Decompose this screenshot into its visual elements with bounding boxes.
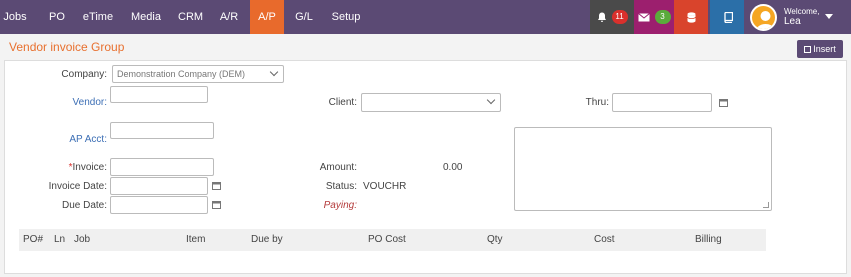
paying-label: Paying:	[323, 200, 357, 211]
column-header-billing[interactable]: Billing	[695, 234, 722, 245]
ap-acct-label[interactable]: AP Acct:	[35, 134, 107, 145]
user-name: Lea	[784, 16, 801, 27]
column-header-qty[interactable]: Qty	[487, 234, 503, 245]
book-icon	[723, 11, 733, 23]
amount-value: 0.00	[443, 162, 463, 173]
column-header-po-cost[interactable]: PO Cost	[368, 234, 406, 245]
invoice-input[interactable]	[110, 158, 214, 176]
page-title: Vendor invoice Group	[9, 40, 125, 54]
caret-down-icon[interactable]	[825, 14, 833, 19]
nav-etime[interactable]: eTime	[82, 0, 114, 34]
database-button[interactable]	[674, 0, 708, 34]
status-label: Status:	[325, 181, 357, 192]
amount-label: Amount:	[319, 162, 357, 173]
line-items-table-header: PO# Ln Job Item Due by PO Cost Qty Cost …	[19, 229, 766, 251]
invoice-label-text: Invoice:	[72, 162, 107, 173]
nav-media[interactable]: Media	[130, 0, 162, 34]
vendor-label[interactable]: Vendor:	[35, 97, 107, 108]
save-icon	[804, 46, 812, 53]
messages-button[interactable]: 3	[634, 0, 674, 34]
nav-ar[interactable]: A/R	[216, 0, 242, 34]
column-header-due-by[interactable]: Due by	[251, 234, 283, 245]
vendor-input[interactable]	[110, 86, 208, 103]
user-icon	[756, 11, 775, 29]
nav-crm[interactable]: CRM	[178, 0, 203, 34]
calendar-icon[interactable]	[719, 98, 729, 108]
column-header-job[interactable]: Job	[74, 234, 90, 245]
column-header-item[interactable]: Item	[186, 234, 205, 245]
envelope-icon	[637, 12, 650, 21]
client-label: Client:	[328, 97, 357, 108]
chevron-down-icon	[269, 67, 279, 77]
vendor-invoice-form: Company: Demonstration Company (DEM) Ven…	[4, 60, 847, 274]
thru-date-input[interactable]	[612, 93, 712, 112]
ap-acct-input[interactable]	[110, 122, 214, 139]
invoice-label: *Invoice:	[35, 162, 107, 173]
page-header: Vendor invoice Group	[4, 36, 849, 58]
invoice-date-input[interactable]	[110, 177, 208, 195]
thru-label: Thru:	[585, 97, 609, 108]
nav-gl[interactable]: G/L	[290, 0, 318, 34]
invoice-date-label: Invoice Date:	[48, 181, 107, 192]
top-navbar: Jobs PO eTime Media CRM A/R A/P G/L Setu…	[0, 0, 851, 34]
status-value: VOUCHR	[363, 181, 407, 192]
book-button[interactable]	[710, 0, 744, 34]
company-label: Company:	[61, 69, 107, 80]
resize-handle-icon[interactable]	[763, 202, 769, 208]
calendar-icon[interactable]	[212, 181, 222, 191]
column-header-cost[interactable]: Cost	[594, 234, 615, 245]
company-value: Demonstration Company (DEM)	[117, 69, 246, 79]
chevron-down-icon	[486, 95, 496, 105]
messages-badge: 3	[654, 10, 671, 24]
nav-ap[interactable]: A/P	[250, 0, 284, 34]
nav-setup[interactable]: Setup	[328, 0, 364, 34]
nav-po[interactable]: PO	[46, 0, 68, 34]
nav-jobs[interactable]: Jobs	[2, 0, 28, 34]
client-select[interactable]	[361, 93, 501, 112]
column-header-ln[interactable]: Ln	[54, 234, 65, 245]
due-date-input[interactable]	[110, 196, 208, 214]
column-header-po[interactable]: PO#	[23, 234, 43, 245]
notifications-badge: 11	[611, 10, 628, 24]
user-avatar[interactable]	[750, 4, 777, 31]
welcome-text[interactable]: Welcome, Lea	[784, 7, 819, 27]
company-select[interactable]: Demonstration Company (DEM)	[112, 65, 284, 83]
notifications-button[interactable]: 11	[590, 0, 634, 34]
insert-button[interactable]: Insert	[797, 40, 843, 58]
insert-label: Insert	[813, 44, 836, 54]
database-icon	[686, 11, 696, 23]
bell-icon	[597, 12, 606, 22]
calendar-icon[interactable]	[212, 200, 222, 210]
due-date-label: Due Date:	[61, 200, 107, 211]
notes-textarea[interactable]	[514, 127, 772, 211]
